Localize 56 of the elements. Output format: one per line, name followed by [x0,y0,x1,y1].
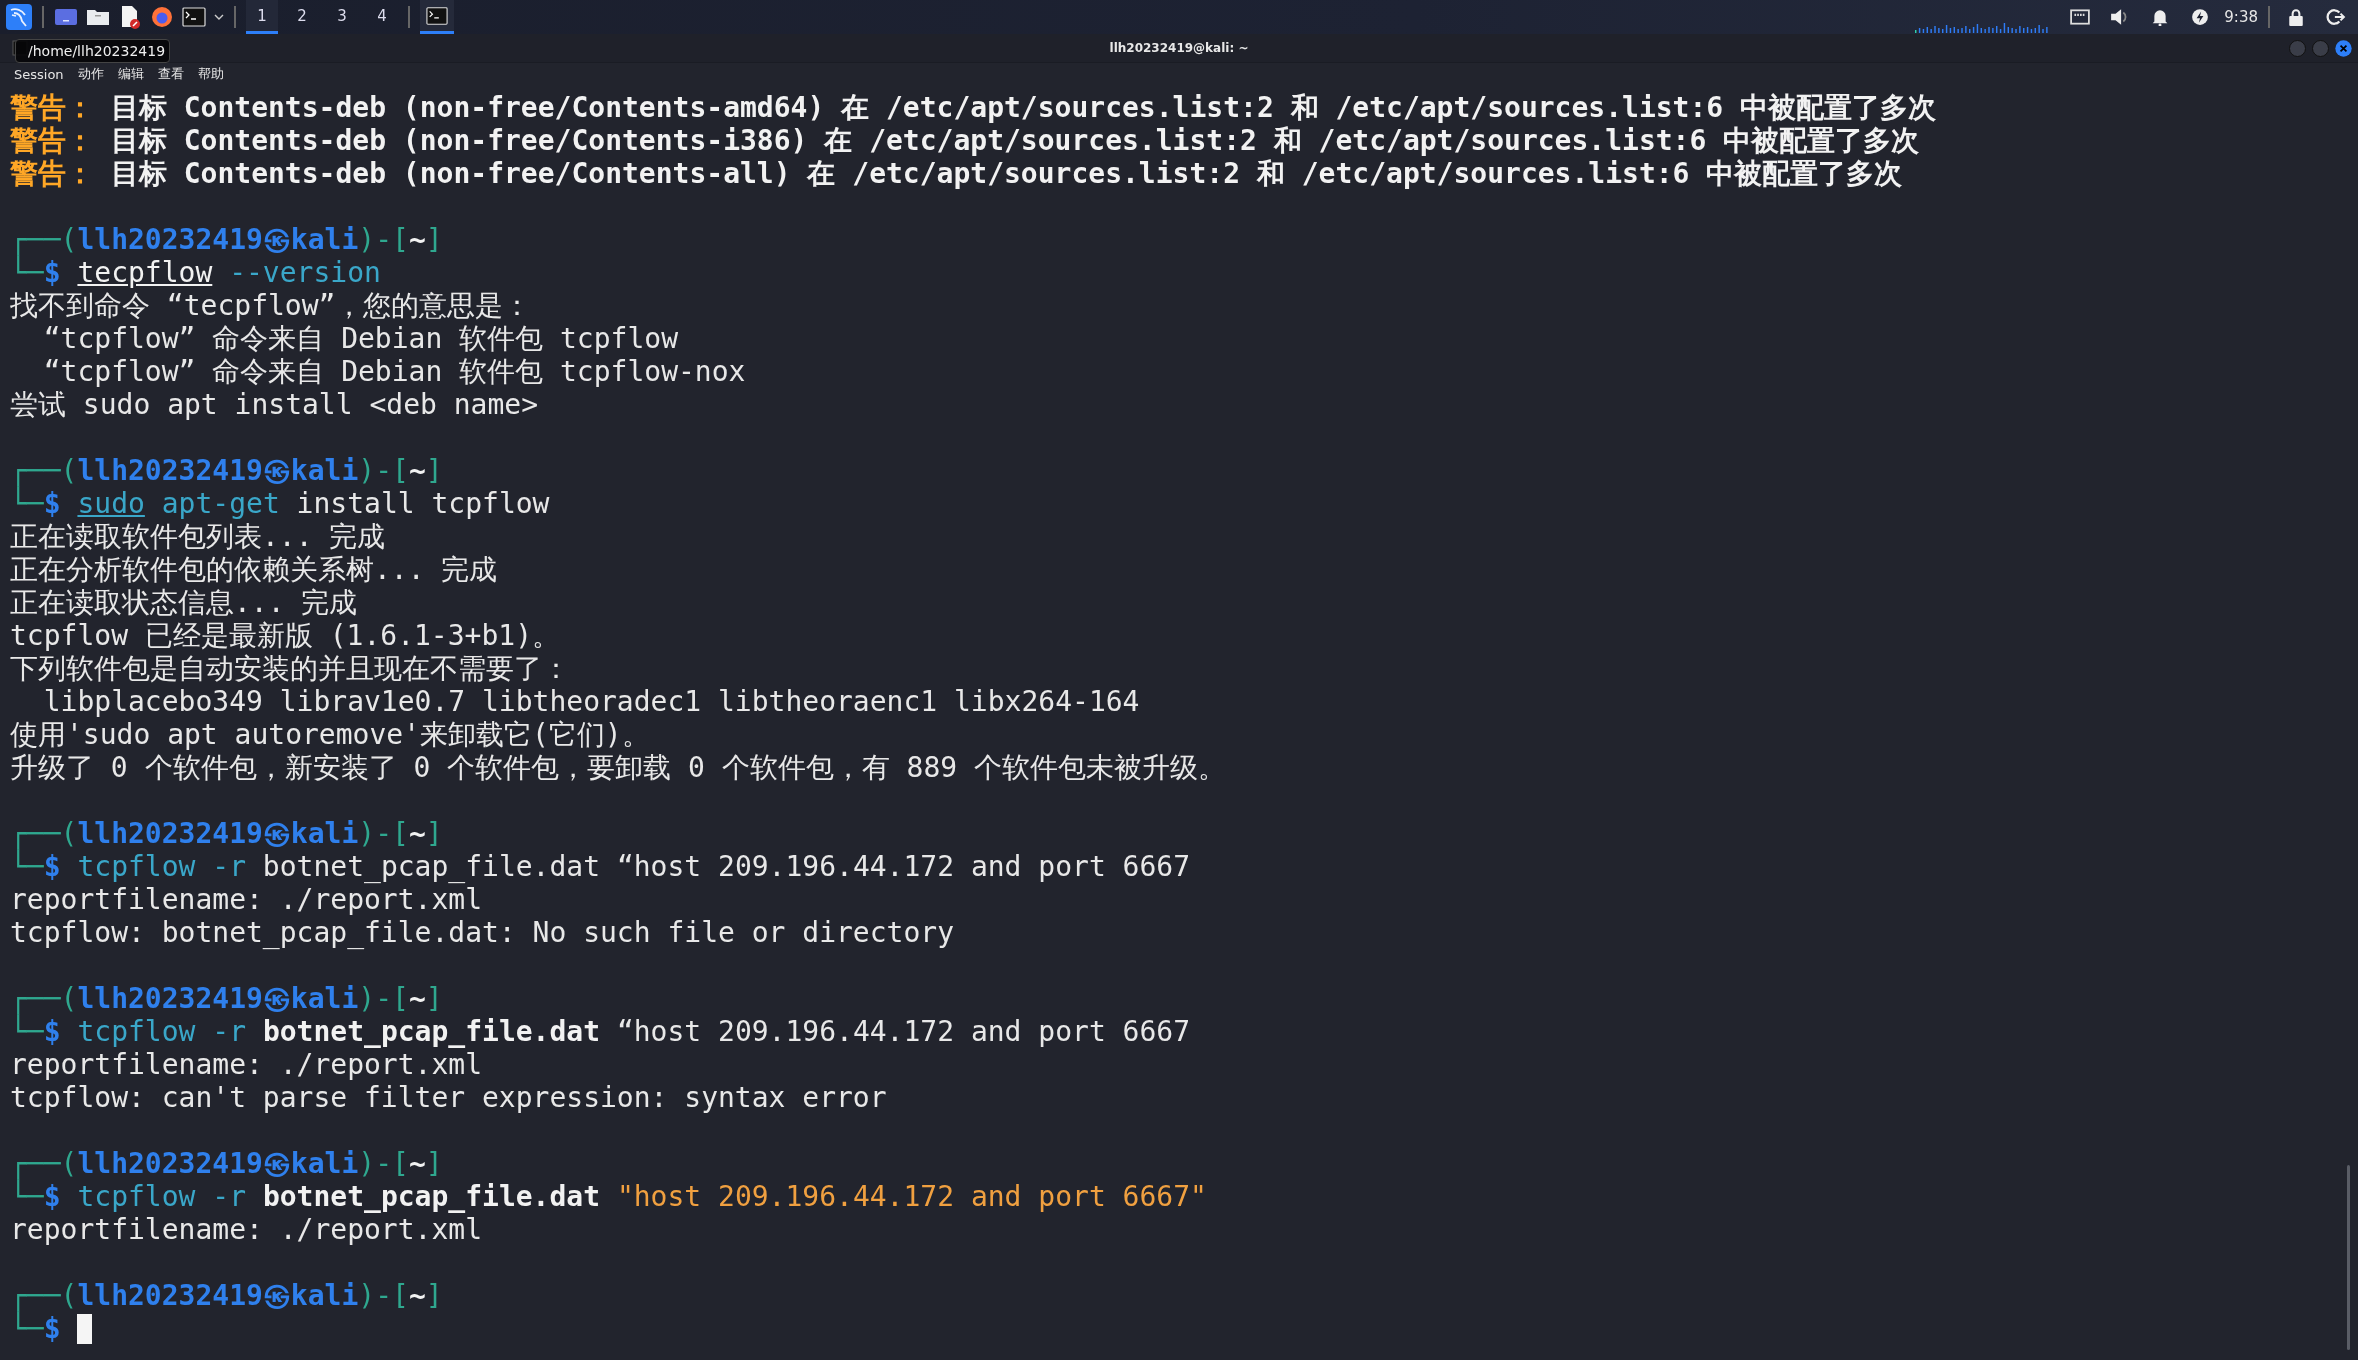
terminal-line: tcpflow 已经是最新版 (1.6.1-3+b1)。 [10,619,560,652]
kali-logo-icon[interactable] [6,4,32,30]
logout-icon[interactable] [2326,8,2346,26]
terminal-line: reportfilename: ./report.xml [10,1213,482,1246]
terminal-line: ┌──(llh20232419㉿kali)-[~] [10,1147,443,1180]
menu-item[interactable]: 查看 [157,65,184,83]
terminal-icon [426,5,448,26]
network-icon[interactable] [2070,8,2091,26]
terminal-line: 警告： 目标 Contents-deb (non-free/Contents-amd64) 在 /etc/apt/sources.list:2 和 /etc/apt/sources.list:6 中被配置了多次 [10,91,1937,124]
terminal-line: tcpflow: botnet_pcap_file.dat: No such file or directory [10,916,954,949]
terminal-line: └─$ tcpflow -r botnet_pcap_file.dat “host 209.196.44.172 and port 6667 [10,1015,1191,1048]
window-title: llh20232419@kali: ~ [1109,41,1249,55]
terminal-line: ┌──(llh20232419㉿kali)-[~] [10,454,443,487]
menu-item[interactable]: 动作 [77,65,104,83]
lock-icon[interactable] [2286,8,2306,26]
terminal-line: ┌──(llh20232419㉿kali)-[~] [10,223,443,256]
terminal-line: └─$ tcpflow -r botnet_pcap_file.dat "host 209.196.44.172 and port 6667" [10,1180,1207,1213]
terminal-line: reportfilename: ./report.xml [10,883,482,916]
terminal-line: reportfilename: ./report.xml [10,1048,482,1081]
terminal-line: └─$ tecpflow --version [10,256,381,289]
terminal-line: ┌──(llh20232419㉿kali)-[~] [10,1279,443,1312]
close-icon[interactable] [2335,39,2352,57]
terminal-line: 升级了 0 个软件包，新安装了 0 个软件包，要卸载 0 个软件包，有 889 个软件包未被升级。 [10,751,1226,784]
terminal-line: “tcpflow” 命令来自 Debian 软件包 tcpflow [42,322,678,355]
terminal-line: 正在读取状态信息... 完成 [10,586,358,619]
workspace-button[interactable]: 4 [366,0,398,34]
terminal-line: 警告： 目标 Contents-deb (non-free/Contents-i386) 在 /etc/apt/sources.list:2 和 /etc/apt/sources.list:6 中被配置了多次 [10,124,1920,157]
workspace-button[interactable]: 3 [326,0,358,34]
terminal-icon[interactable] [182,5,206,29]
terminal-line: 下列软件包是自动安装的并且现在不需要了： [10,652,570,685]
terminal-line: libplacebo349 librav1e0.7 libtheoradec1 libtheoraenc1 libx264-164 [42,685,1140,718]
terminal-line: 找不到命令 “tecpflow”，您的意思是： [10,289,532,322]
workspace-button[interactable]: 1 [246,0,278,34]
terminal-line: 尝试 sudo apt install <deb name> [10,388,538,421]
menu-item[interactable]: Session [14,66,64,82]
browser-icon[interactable] [150,5,174,29]
path-tooltip: /home/llh20232419 [15,39,170,63]
workspace-button[interactable]: 2 [286,0,318,34]
terminal-line: 正在读取软件包列表... 完成 [10,520,386,553]
terminal-line: ┌──(llh20232419㉿kali)-[~] [10,982,443,1015]
terminal-line: “tcpflow” 命令来自 Debian 软件包 tcpflow-nox [42,355,746,388]
scrollbar[interactable] [2347,1165,2350,1350]
terminal-line: ┌──(llh20232419㉿kali)-[~] [10,817,443,850]
caret-icon[interactable] [214,14,224,20]
menu-item[interactable]: 帮助 [197,65,224,83]
power-icon[interactable] [2190,8,2211,26]
menu-item[interactable]: 编辑 [117,65,144,83]
terminal-line: 正在分析软件包的依赖关系树... 完成 [10,553,498,586]
clock[interactable]: 9:38 [2224,8,2258,26]
terminal-line: tcpflow: can't parse filter expression: syntax error [10,1081,887,1114]
terminal-task-button[interactable] [420,0,454,34]
terminal-line: 使用'sudo apt autoremove'来卸载它(它们)。 [10,718,650,751]
terminal-line: └─$ [10,1312,61,1345]
terminal-line: └─$ sudo apt-get install tcpflow [10,487,550,520]
terminal-line: 警告： 目标 Contents-deb (non-free/Contents-all) 在 /etc/apt/sources.list:2 和 /etc/apt/sources.list:6 中被配置了多次 [10,157,1903,190]
terminal-line: └─$ tcpflow -r botnet_pcap_file.dat “host 209.196.44.172 and port 6667 [10,850,1191,883]
